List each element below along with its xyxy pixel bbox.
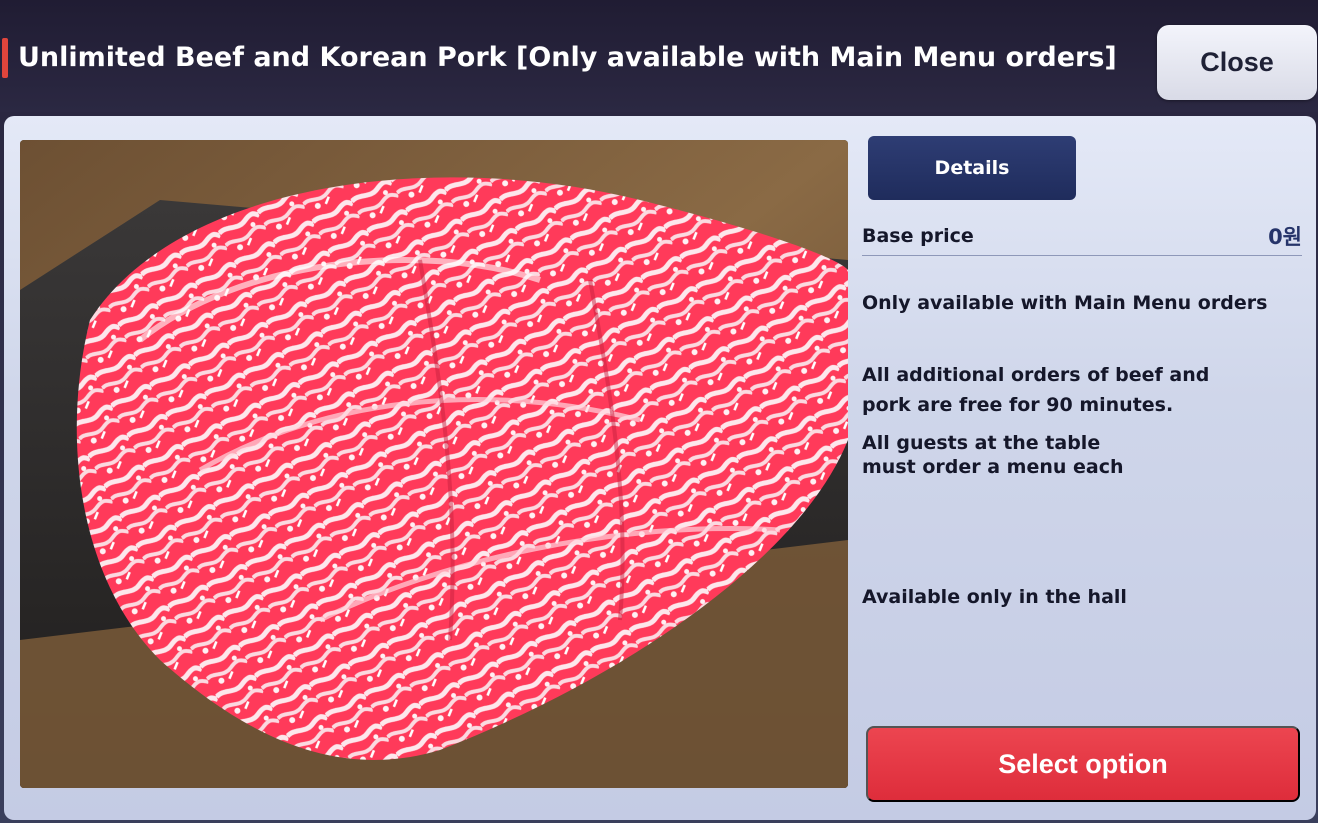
product-panel: Details Base price 0원 Only available wit… — [4, 116, 1316, 820]
page-title: Unlimited Beef and Korean Pork [Only ava… — [18, 42, 1117, 73]
free-refill-note-line2: pork are free for 90 minutes. — [862, 394, 1174, 416]
base-price-row: Base price 0원 — [862, 216, 1302, 256]
availability-note: Only available with Main Menu orders — [862, 292, 1268, 314]
base-price-value: 0원 — [1268, 224, 1302, 249]
title-accent-bar — [2, 38, 8, 78]
free-refill-note-line1: All additional orders of beef and — [862, 364, 1210, 386]
marbled-beef-photo-icon — [20, 140, 848, 788]
tab-details[interactable]: Details — [868, 136, 1076, 200]
select-option-button[interactable]: Select option — [866, 726, 1300, 802]
guest-rule-line1: All guests at the table — [862, 432, 1101, 454]
header-bar: Unlimited Beef and Korean Pork [Only ava… — [0, 0, 1318, 112]
base-price-label: Base price — [862, 224, 974, 247]
guest-rule-line2: must order a menu each — [862, 456, 1124, 478]
hall-only-note: Available only in the hall — [862, 586, 1127, 608]
close-button[interactable]: Close — [1157, 25, 1317, 100]
product-photo — [20, 140, 848, 788]
product-detail-screen: Unlimited Beef and Korean Pork [Only ava… — [0, 0, 1318, 823]
